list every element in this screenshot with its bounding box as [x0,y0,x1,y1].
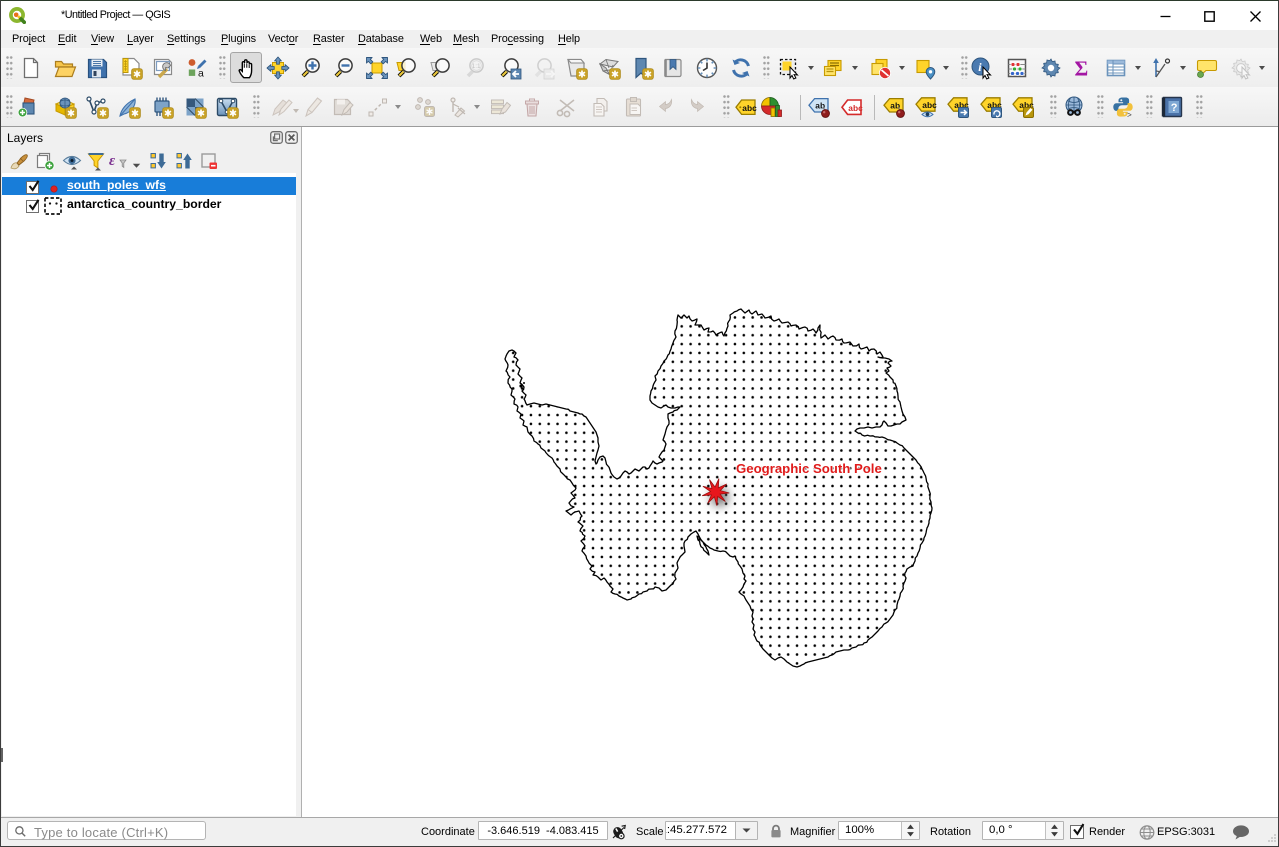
svg-text:a: a [198,68,204,80]
svg-text:ab: ab [815,101,825,111]
svg-text:abc: abc [742,103,757,113]
svg-text:abc: abc [848,103,863,113]
svg-text:?: ? [1171,102,1178,114]
svg-text:abc: abc [922,100,937,110]
svg-text:ε: ε [109,153,116,169]
svg-text:ab: ab [890,101,900,111]
svg-text:Geographic South Pole: Geographic South Pole [736,461,882,476]
svg-text:>: > [1127,112,1132,120]
svg-text:Σ: Σ [1075,57,1089,81]
